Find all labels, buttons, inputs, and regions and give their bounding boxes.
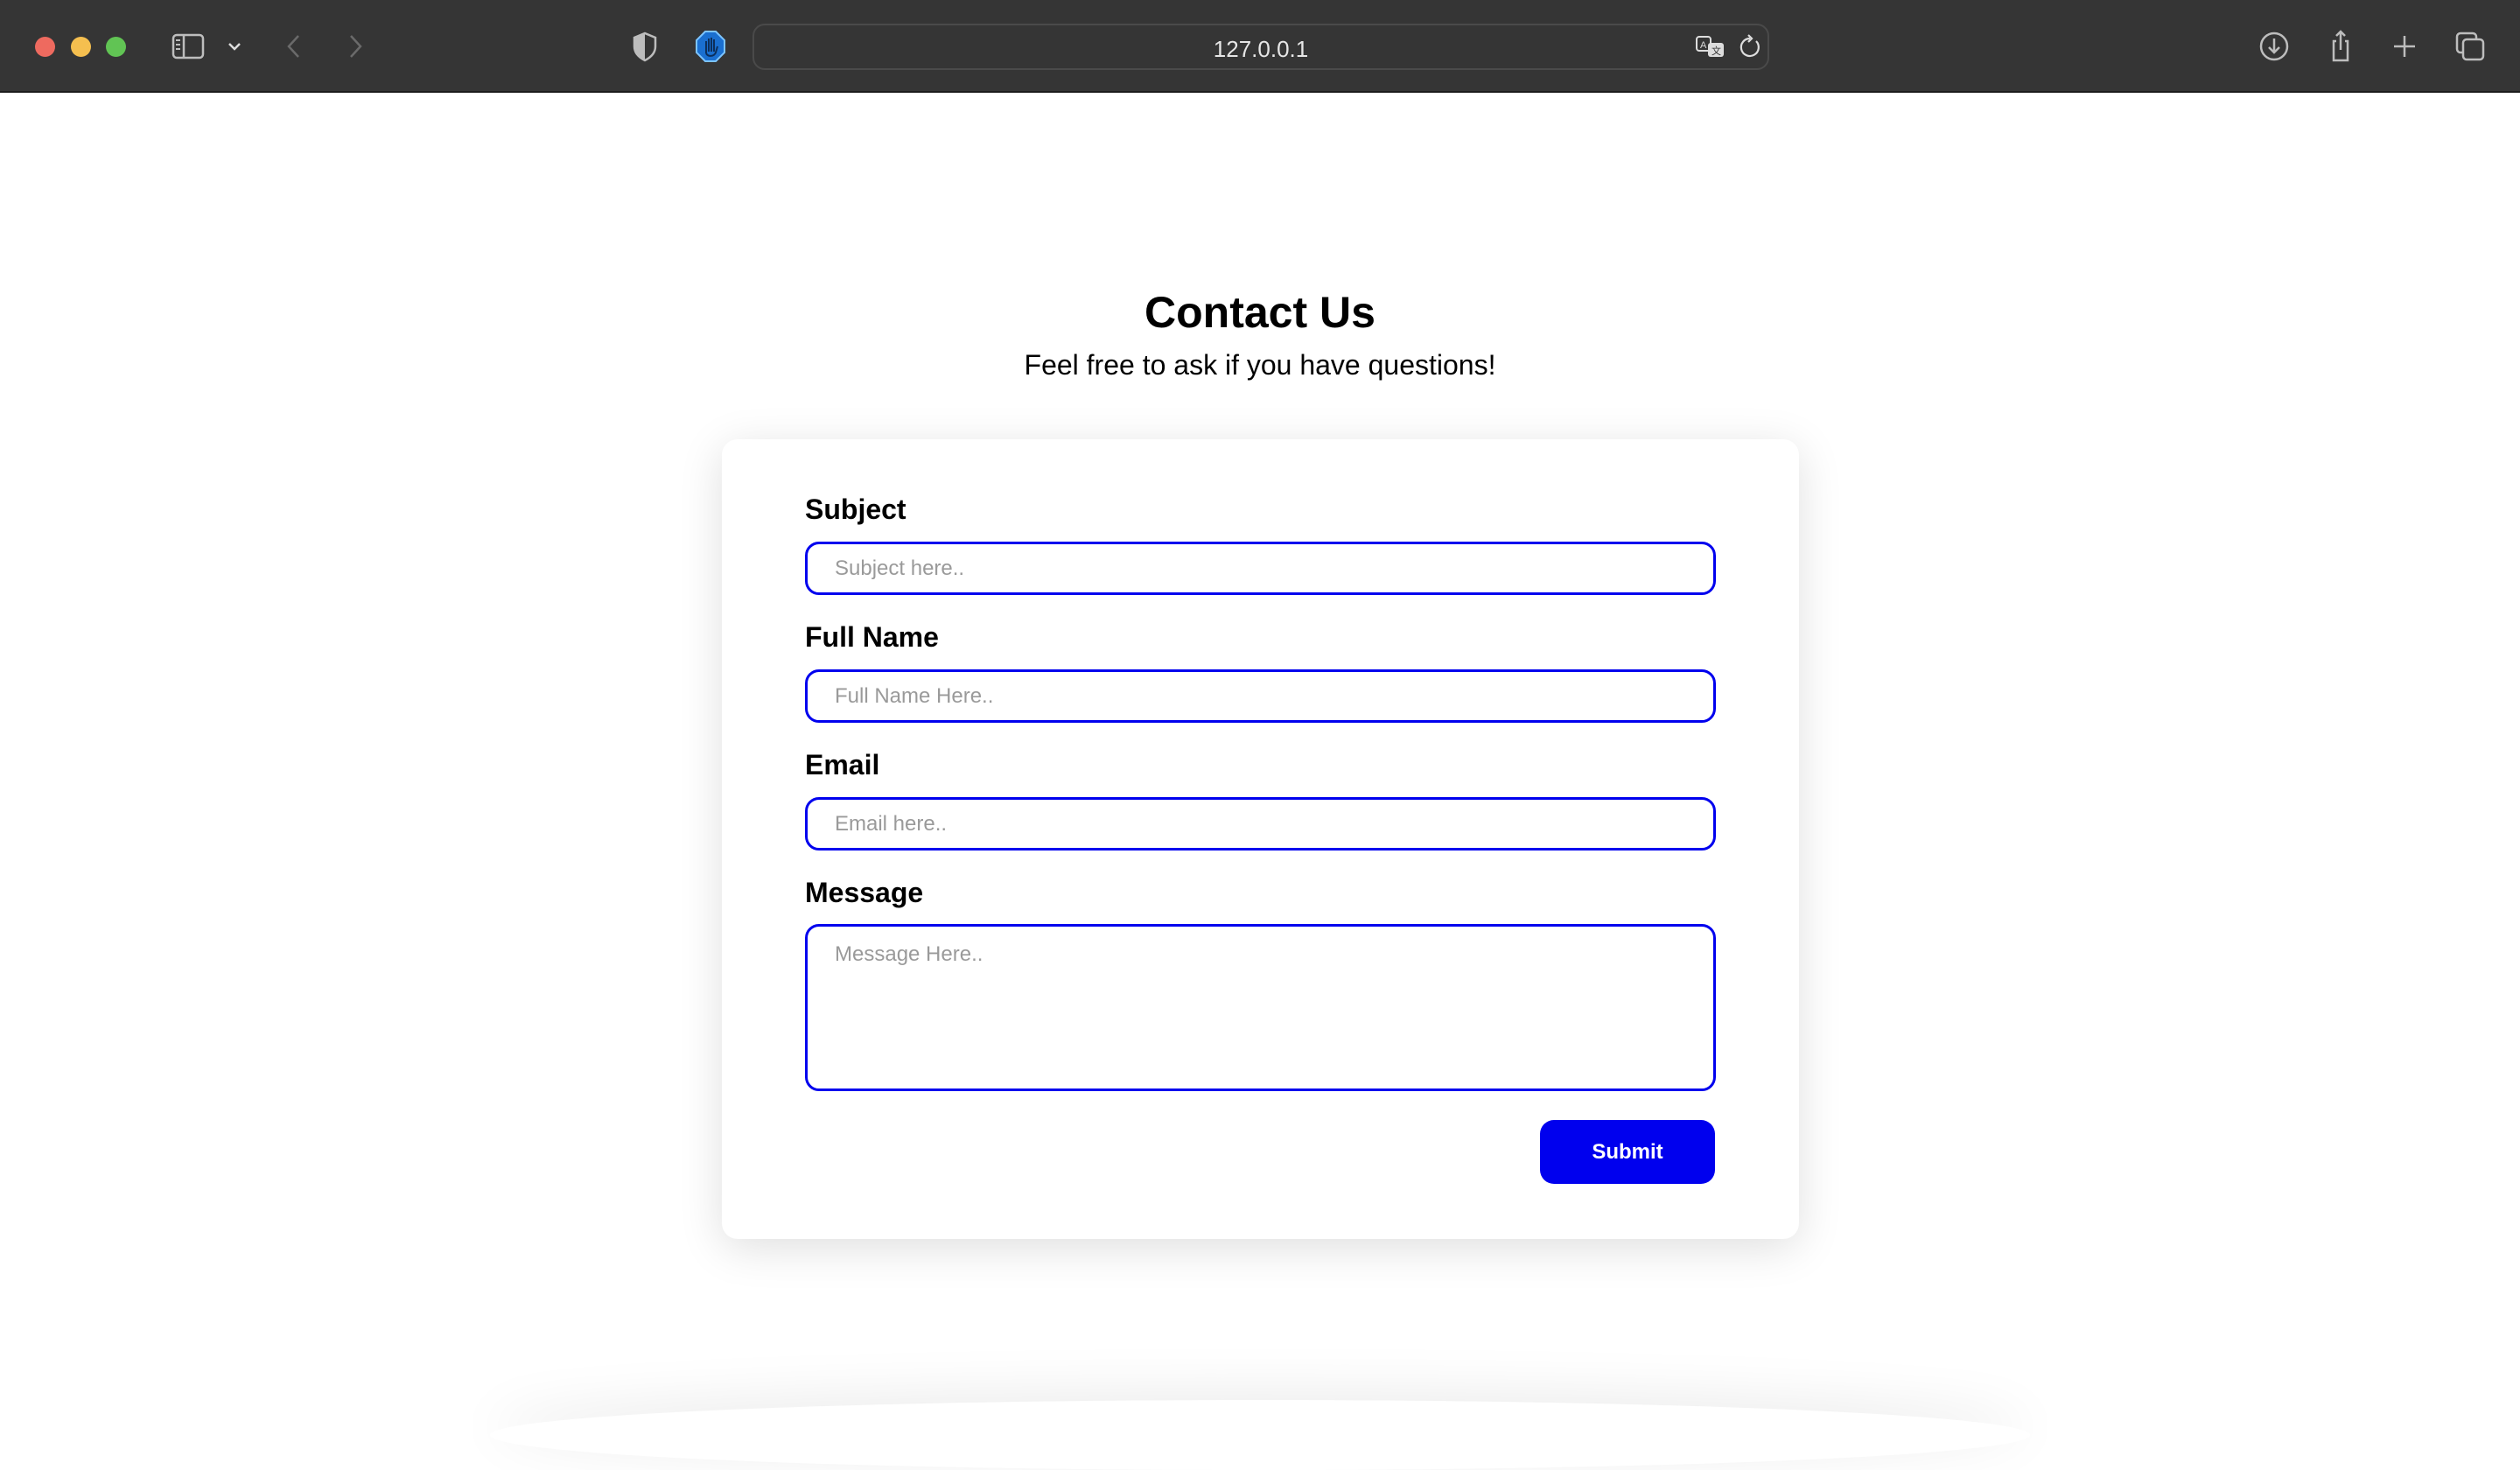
share-icon[interactable] xyxy=(2323,29,2358,64)
reload-icon[interactable] xyxy=(1732,30,1768,65)
message-textarea[interactable] xyxy=(805,924,1716,1091)
tabs-overview-icon[interactable] xyxy=(2453,29,2488,64)
full-name-input[interactable] xyxy=(805,669,1716,723)
email-input[interactable] xyxy=(805,797,1716,850)
url-text: 127.0.0.1 xyxy=(1213,36,1309,62)
contact-form: Subject Full Name Email Message Submit xyxy=(722,439,1799,1239)
chevron-down-icon[interactable] xyxy=(217,29,252,64)
back-icon[interactable] xyxy=(276,29,312,64)
new-tab-icon[interactable] xyxy=(2387,29,2422,64)
maximize-window-button[interactable] xyxy=(106,37,126,57)
email-label: Email xyxy=(805,749,880,780)
svg-text:A: A xyxy=(1700,40,1707,51)
adblock-hand-icon[interactable] xyxy=(693,29,728,64)
minimize-window-button[interactable] xyxy=(71,37,91,57)
browser-toolbar: 127.0.0.1 A文 xyxy=(0,0,2520,93)
bottom-shadow xyxy=(490,1400,2030,1470)
translate-icon[interactable]: A文 xyxy=(1693,30,1728,65)
submit-button[interactable]: Submit xyxy=(1540,1120,1715,1184)
svg-text:文: 文 xyxy=(1712,45,1721,57)
message-label: Message xyxy=(805,877,924,908)
page-subtitle: Feel free to ask if you have questions! xyxy=(1024,349,1496,381)
forward-icon[interactable] xyxy=(338,29,373,64)
subject-input[interactable] xyxy=(805,542,1716,595)
page-title: Contact Us xyxy=(1144,288,1376,337)
subject-label: Subject xyxy=(805,494,906,525)
address-bar[interactable]: 127.0.0.1 A文 xyxy=(752,24,1769,70)
full-name-label: Full Name xyxy=(805,621,939,653)
sidebar-icon[interactable] xyxy=(171,29,206,64)
shield-icon[interactable] xyxy=(627,29,662,64)
download-icon[interactable] xyxy=(2257,29,2292,64)
close-window-button[interactable] xyxy=(35,37,55,57)
